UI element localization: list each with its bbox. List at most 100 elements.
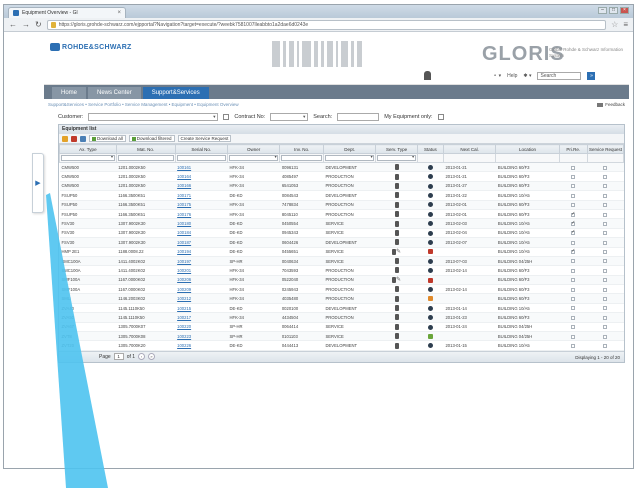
reload-icon[interactable]: ↻: [35, 20, 42, 29]
service-request-checkbox[interactable]: [603, 334, 608, 339]
user-menu-icon[interactable]: ✱ ▾: [523, 73, 531, 79]
document-icon[interactable]: [394, 314, 399, 321]
table-row[interactable]: SMC100A 1411.4002K02 100201 HFK-34 7043593 PR…: [59, 265, 624, 276]
page-input[interactable]: 1: [113, 353, 124, 361]
priority-checkbox[interactable]: [571, 211, 575, 217]
cell-serial-no[interactable]: 100220: [175, 322, 228, 333]
table-row[interactable]: SMU 1146.2003K02 100212 HFK-34 4035480 PRODUC…: [59, 293, 624, 304]
priority-checkbox[interactable]: [571, 240, 576, 245]
service-request-checkbox[interactable]: [603, 268, 608, 273]
company-logo[interactable]: ROHDE&SCHWARZ: [50, 43, 132, 51]
column-header[interactable]: Serv. Type: [375, 144, 418, 154]
table-row[interactable]: FSUP50 1166.3500K51 100175 HFK-34 7478834 PRO…: [59, 200, 624, 210]
document-icon[interactable]: [394, 295, 399, 302]
document-icon[interactable]: [394, 258, 399, 265]
priority-checkbox[interactable]: [571, 248, 575, 255]
table-row[interactable]: SMC100A 1411.4002K02 100197 SP-HR 0040634 SER…: [59, 256, 624, 267]
create-service-request-button[interactable]: Create Service Request: [177, 135, 232, 142]
help-link[interactable]: Help: [507, 73, 517, 79]
service-request-checkbox[interactable]: [603, 315, 608, 320]
document-icon[interactable]: [394, 333, 399, 340]
breadcrumb[interactable]: Support&Services • Service Portfolio • S…: [48, 102, 239, 107]
table-row[interactable]: FSUP50 1166.3500K51 100171 DE-KD 0084543 DEVE…: [59, 190, 624, 201]
browser-tab[interactable]: Equipment Overview - Gl ×: [8, 7, 126, 18]
cell-serial-no[interactable]: 100201: [175, 265, 228, 276]
column-filter-input[interactable]: [61, 155, 115, 161]
table-row[interactable]: FSUP50 1166.3500K51 100176 HFK-34 8045110 PRO…: [59, 209, 624, 220]
nav-item-news-center[interactable]: News Center: [88, 87, 141, 99]
service-request-checkbox[interactable]: [603, 250, 608, 255]
cell-serial-no[interactable]: 100184: [175, 228, 228, 239]
column-filter-input[interactable]: [324, 155, 375, 161]
service-request-checkbox[interactable]: [603, 259, 608, 264]
service-request-checkbox[interactable]: [603, 231, 608, 236]
cell-serial-no[interactable]: 100209: [175, 284, 228, 295]
settings-dropdown-icon[interactable]: ⚬ ▾: [493, 73, 501, 79]
column-header[interactable]: Owner: [226, 144, 281, 154]
priority-checkbox[interactable]: [571, 193, 576, 198]
service-request-checkbox[interactable]: [603, 212, 608, 217]
column-filter-input[interactable]: [176, 155, 226, 161]
cell-serial-no[interactable]: 100171: [175, 190, 228, 201]
customer-checkbox[interactable]: [223, 114, 230, 120]
column-header[interactable]: Mat. No.: [115, 144, 176, 154]
priority-checkbox[interactable]: [571, 203, 576, 208]
document-icon[interactable]: [394, 182, 399, 189]
column-filter-input[interactable]: [117, 155, 174, 161]
priority-checkbox[interactable]: [571, 325, 576, 330]
service-request-checkbox[interactable]: [603, 287, 608, 292]
close-tab-icon[interactable]: ×: [117, 10, 121, 16]
column-header[interactable]: Pri.Re.: [558, 144, 588, 154]
service-request-checkbox[interactable]: [603, 325, 608, 330]
cell-serial-no[interactable]: 100161: [175, 162, 228, 173]
service-request-checkbox[interactable]: [603, 203, 608, 208]
column-header[interactable]: Serial No.: [174, 144, 228, 154]
service-request-checkbox[interactable]: [603, 184, 608, 189]
column-header[interactable]: Status: [416, 144, 444, 154]
next-page-button[interactable]: ›: [138, 353, 146, 361]
document-icon[interactable]: [394, 239, 399, 246]
last-page-button[interactable]: »: [148, 353, 156, 361]
table-row[interactable]: CMW500 1201.0002K50 100166 HFK-34 6541053 PRO…: [59, 181, 624, 192]
service-request-checkbox[interactable]: [603, 193, 608, 198]
cell-serial-no[interactable]: 100166: [175, 181, 228, 192]
download-filtered-button[interactable]: Download filtered: [128, 135, 175, 142]
search-input[interactable]: [337, 113, 380, 121]
cell-serial-no[interactable]: 100194: [175, 247, 228, 257]
priority-checkbox[interactable]: [571, 220, 575, 226]
document-icon[interactable]: [394, 286, 399, 293]
cell-serial-no[interactable]: 100164: [175, 171, 228, 182]
priority-checkbox[interactable]: [571, 315, 576, 320]
customer-select[interactable]: [88, 113, 219, 121]
header-search-input[interactable]: Search: [537, 71, 582, 80]
column-header[interactable]: Location: [495, 144, 560, 154]
table-row[interactable]: FSV30 1307.9002K30 100184 DE-KD 0945343 SERVI…: [59, 228, 624, 239]
document-icon[interactable]: [394, 220, 399, 227]
column-filter-input[interactable]: [281, 155, 322, 161]
cell-serial-no[interactable]: 100187: [175, 237, 228, 248]
table-row[interactable]: CMW500 1201.0002K50 100161 HFK-34 0096131 DEV…: [59, 162, 624, 173]
service-request-checkbox[interactable]: [603, 174, 608, 179]
column-header[interactable]: Dept.: [322, 144, 377, 154]
table-row[interactable]: SMF100A 1167.0000K02 100209 HFK-34 0245943 PR…: [59, 284, 624, 295]
service-request-checkbox[interactable]: [603, 221, 608, 226]
priority-checkbox[interactable]: [571, 184, 576, 189]
priority-checkbox[interactable]: [571, 306, 576, 311]
document-icon[interactable]: [394, 173, 399, 180]
priority-checkbox[interactable]: [571, 268, 576, 273]
document-icon[interactable]: [394, 267, 399, 274]
service-request-checkbox[interactable]: [603, 344, 608, 348]
service-request-checkbox[interactable]: [603, 278, 608, 283]
table-row[interactable]: ZVA67 1305.7000K07 100220 SP-HR 0064414 SERVI…: [59, 322, 624, 333]
nav-item-home[interactable]: Home: [52, 87, 87, 99]
refresh-icon[interactable]: [80, 135, 86, 142]
bookmark-star-icon[interactable]: ☆: [611, 20, 618, 29]
column-header[interactable]: Ax. Type: [59, 144, 117, 154]
priority-checkbox[interactable]: [571, 287, 576, 292]
service-request-checkbox[interactable]: [603, 306, 608, 311]
user-avatar-icon[interactable]: [424, 71, 431, 80]
table-row[interactable]: FSV30 1307.9002K30 100187 DE-KD 0604426 DEVEL…: [59, 237, 624, 248]
priority-checkbox[interactable]: [571, 334, 576, 339]
table-row[interactable]: ZVT20 1305.7000K20 100226 DE-KD 0444413 DEVEL…: [59, 340, 624, 351]
priority-checkbox[interactable]: [571, 165, 576, 170]
